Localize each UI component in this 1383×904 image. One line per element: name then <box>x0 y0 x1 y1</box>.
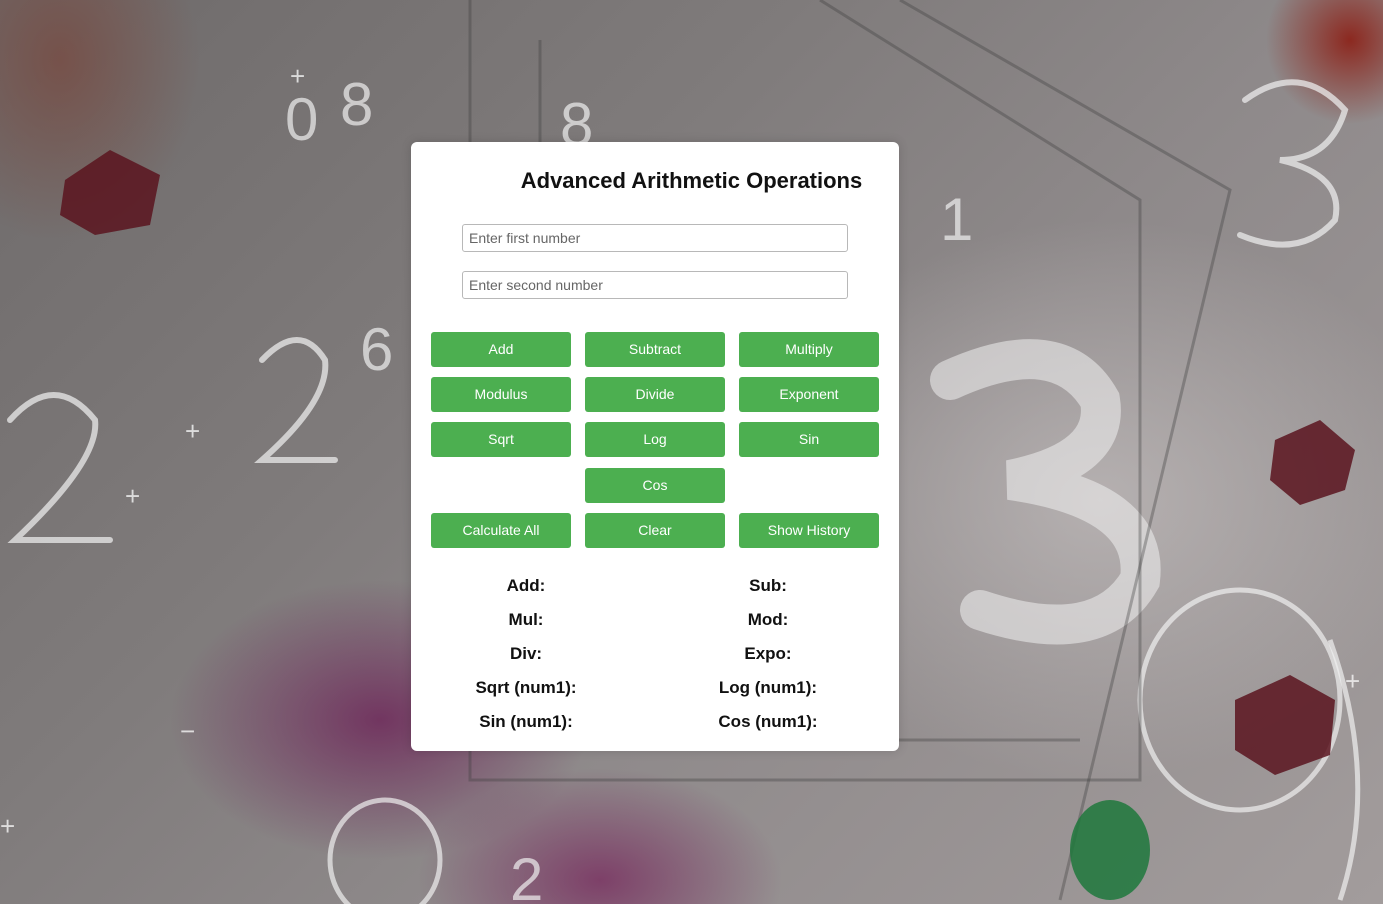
svg-text:+: + <box>0 811 15 841</box>
svg-text:−: − <box>180 716 195 746</box>
result-sqrt: Sqrt (num1): <box>475 678 577 697</box>
svg-text:+: + <box>185 416 200 446</box>
clear-button[interactable]: Clear <box>585 513 725 548</box>
modulus-button[interactable]: Modulus <box>431 377 571 412</box>
result-mod: Mod: <box>747 610 789 629</box>
cos-button[interactable]: Cos <box>585 468 725 503</box>
result-sub: Sub: <box>749 576 787 595</box>
calculate-all-button[interactable]: Calculate All <box>431 513 571 548</box>
result-div: Div: <box>509 644 543 663</box>
sqrt-button[interactable]: Sqrt <box>431 422 571 457</box>
log-button[interactable]: Log <box>585 422 725 457</box>
svg-text:0: 0 <box>285 86 318 153</box>
multiply-button[interactable]: Multiply <box>739 332 879 367</box>
first-number-input[interactable] <box>462 224 848 252</box>
exponent-button[interactable]: Exponent <box>739 377 879 412</box>
result-expo: Expo: <box>744 644 792 663</box>
svg-text:6: 6 <box>360 316 393 383</box>
svg-text:8: 8 <box>340 71 373 138</box>
svg-text:2: 2 <box>510 846 543 904</box>
result-sin: Sin (num1): <box>479 712 573 731</box>
result-log: Log (num1): <box>718 678 818 697</box>
svg-text:1: 1 <box>940 186 973 253</box>
divide-button[interactable]: Divide <box>585 377 725 412</box>
second-number-input[interactable] <box>462 271 848 299</box>
sin-button[interactable]: Sin <box>739 422 879 457</box>
result-cos: Cos (num1): <box>718 712 818 731</box>
show-history-button[interactable]: Show History <box>739 513 879 548</box>
add-button[interactable]: Add <box>431 332 571 367</box>
svg-text:+: + <box>290 61 305 91</box>
svg-text:+: + <box>1345 666 1360 696</box>
svg-text:+: + <box>125 481 140 511</box>
result-add: Add: <box>506 576 546 595</box>
calculator-content: Add Subtract Multiply Modulus Divide Exp… <box>411 142 899 751</box>
subtract-button[interactable]: Subtract <box>585 332 725 367</box>
result-mul: Mul: <box>508 610 544 629</box>
